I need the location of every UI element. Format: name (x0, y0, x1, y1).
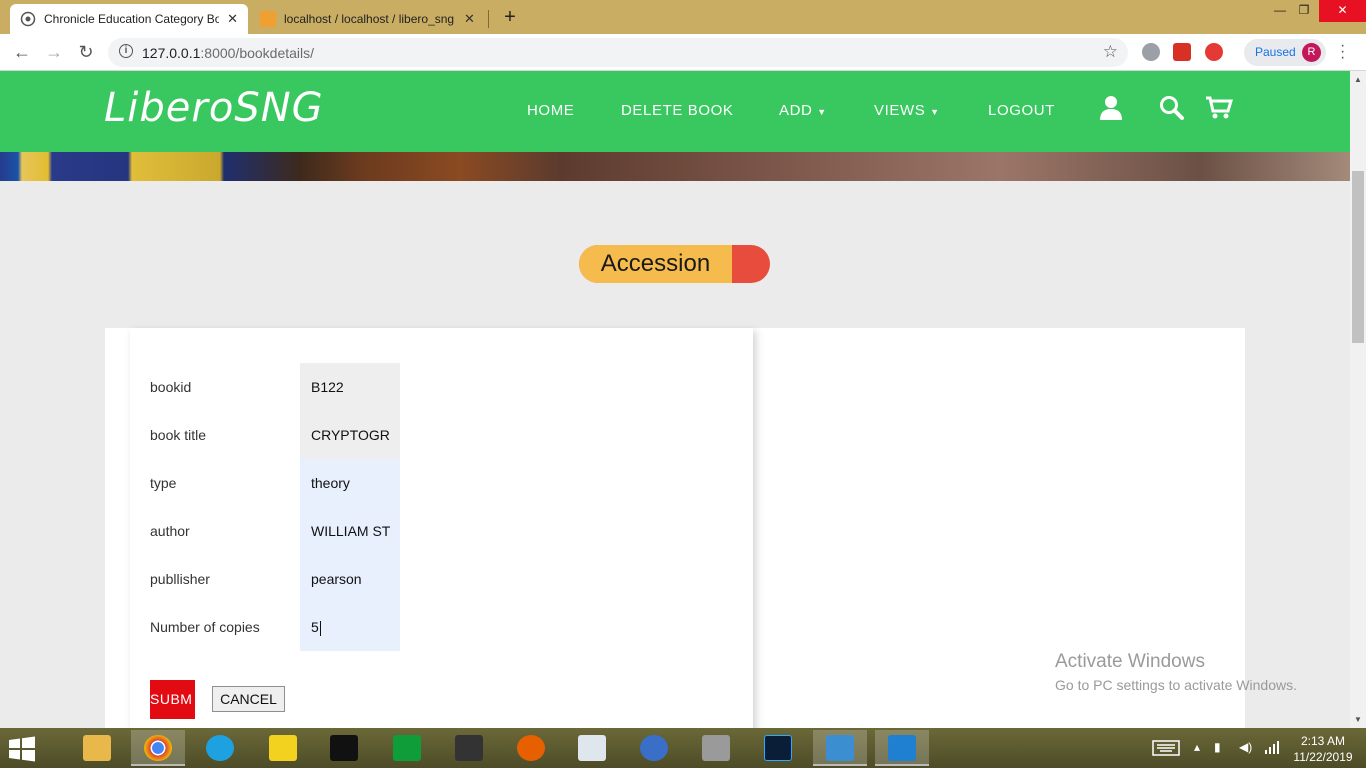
tab-separator (488, 10, 489, 28)
restore-button[interactable]: ❐ (1289, 0, 1319, 22)
close-window-button[interactable]: ✕ (1319, 0, 1366, 22)
clock-time: 2:13 AM (1300, 734, 1346, 748)
tools-icon[interactable] (689, 730, 743, 766)
phpmyadmin-icon (260, 11, 276, 27)
field-label-type: type (150, 475, 177, 491)
browser-tab-active[interactable]: Chronicle Education Category Bo ✕ (10, 4, 248, 34)
scroll-down-icon[interactable]: ▼ (1350, 715, 1366, 724)
system-clock[interactable]: 2:13 AM 11/22/2019 (1288, 733, 1358, 765)
copies-input[interactable]: 5 (300, 603, 400, 651)
caret-down-icon: ▼ (817, 107, 827, 117)
book-details-form: bookid B122 book title CRYPTOGR type the… (130, 328, 753, 728)
close-tab-icon[interactable]: ✕ (464, 11, 475, 27)
browser-tab[interactable]: localhost / localhost / libero_sng ✕ (250, 4, 488, 34)
nav-delete-book[interactable]: DELETE BOOK (621, 102, 733, 119)
back-button[interactable]: ← (10, 40, 34, 64)
command-prompt-icon[interactable] (317, 730, 371, 766)
watermark-title: Activate Windows (1055, 651, 1205, 672)
app-icon[interactable] (256, 730, 310, 766)
volume-icon[interactable]: ◀) (1239, 740, 1252, 768)
browser-toolbar: ← → ↻ i 127.0.0.1:8000/bookdetails/ ☆ Pa… (0, 34, 1366, 71)
url-text: 127.0.0.1:8000/bookdetails/ (142, 45, 315, 61)
scrollbar-thumb[interactable] (1352, 171, 1364, 343)
bookid-input[interactable]: B122 (300, 363, 400, 411)
nav-home[interactable]: HOME (527, 102, 574, 119)
profile-status: Paused (1255, 45, 1296, 59)
pdf-converter-icon[interactable] (1205, 43, 1223, 61)
book-title-input[interactable]: CRYPTOGR (300, 411, 400, 459)
watermark-subtitle: Go to PC settings to activate Windows. (1055, 677, 1297, 693)
new-tab-button[interactable]: + (499, 6, 521, 29)
extension-icon[interactable] (1142, 43, 1160, 61)
field-label-copies: Number of copies (150, 619, 260, 635)
document-icon[interactable] (565, 730, 619, 766)
photos-icon[interactable] (813, 730, 867, 766)
avatar: R (1302, 43, 1321, 62)
windows-start-icon[interactable] (8, 736, 40, 762)
reload-button[interactable]: ↻ (74, 40, 98, 64)
pdf-extension-icon[interactable] (1173, 43, 1191, 61)
type-input[interactable]: theory (300, 459, 400, 507)
file-explorer-icon[interactable] (70, 730, 124, 766)
field-label-publisher: publlisher (150, 571, 210, 587)
browser-tab-strip: Chronicle Education Category Bo ✕ localh… (0, 0, 1366, 34)
author-input[interactable]: WILLIAM ST (300, 507, 400, 555)
field-label-book-title: book title (150, 427, 207, 443)
globe-icon (20, 11, 36, 27)
nav-logout[interactable]: LOGOUT (988, 102, 1055, 119)
bookmark-star-icon[interactable]: ☆ (1103, 42, 1118, 62)
close-tab-icon[interactable]: ✕ (227, 11, 238, 27)
show-hidden-icons[interactable]: ▴ (1194, 740, 1200, 768)
forward-button[interactable]: → (42, 40, 66, 64)
field-label-author: author (150, 523, 190, 539)
caret-down-icon: ▼ (930, 107, 940, 117)
browser-menu-icon[interactable]: · · · (1340, 38, 1346, 66)
activate-windows-watermark: Activate Windows Go to PC settings to ac… (1055, 651, 1297, 693)
section-title: Accession (600, 250, 711, 277)
user-icon[interactable] (1099, 95, 1123, 126)
firefox-icon[interactable] (504, 730, 558, 766)
network-icon[interactable] (1264, 740, 1280, 768)
game-icon[interactable] (442, 730, 496, 766)
site-navbar: LiberoSNG HOME DELETE BOOK ADD ▼ VIEWS ▼… (0, 71, 1350, 152)
vscode-icon[interactable] (875, 730, 929, 766)
address-bar[interactable]: i 127.0.0.1:8000/bookdetails/ ☆ (108, 38, 1128, 67)
publisher-input[interactable]: pearson (300, 555, 400, 603)
keyboard-icon[interactable] (1152, 740, 1180, 768)
cart-icon[interactable] (1205, 95, 1234, 126)
submit-button[interactable]: SUBM (150, 680, 195, 719)
chrome-icon[interactable] (131, 730, 185, 766)
site-logo[interactable]: LiberoSNG (104, 85, 324, 131)
tab-title: localhost / localhost / libero_sng (284, 12, 455, 26)
tab-title: Chronicle Education Category Bo (44, 12, 220, 26)
section-heading: Accession (579, 245, 770, 283)
text-caret (319, 620, 321, 636)
photoshop-icon[interactable] (751, 730, 805, 766)
cancel-button[interactable]: CANCEL (212, 686, 285, 712)
profile-button[interactable]: Paused R (1244, 39, 1326, 66)
store-icon[interactable] (380, 730, 434, 766)
dolphin-app-icon[interactable] (627, 730, 681, 766)
windows-taskbar: ▴ ▮ ◀) 2:13 AM 11/22/2019 (0, 728, 1366, 768)
hero-banner-image (0, 152, 1350, 181)
internet-explorer-icon[interactable] (193, 730, 247, 766)
nav-add[interactable]: ADD ▼ (779, 102, 827, 119)
clock-date: 11/22/2019 (1293, 750, 1353, 764)
page-viewport: LiberoSNG HOME DELETE BOOK ADD ▼ VIEWS ▼… (0, 71, 1350, 728)
page-scrollbar[interactable]: ▲ ▼ (1350, 71, 1366, 728)
search-icon[interactable] (1159, 95, 1185, 126)
field-label-bookid: bookid (150, 379, 192, 395)
scroll-up-icon[interactable]: ▲ (1350, 75, 1366, 84)
nav-views[interactable]: VIEWS ▼ (874, 102, 940, 119)
info-icon[interactable]: i (119, 44, 133, 58)
battery-icon[interactable]: ▮ (1214, 740, 1221, 768)
